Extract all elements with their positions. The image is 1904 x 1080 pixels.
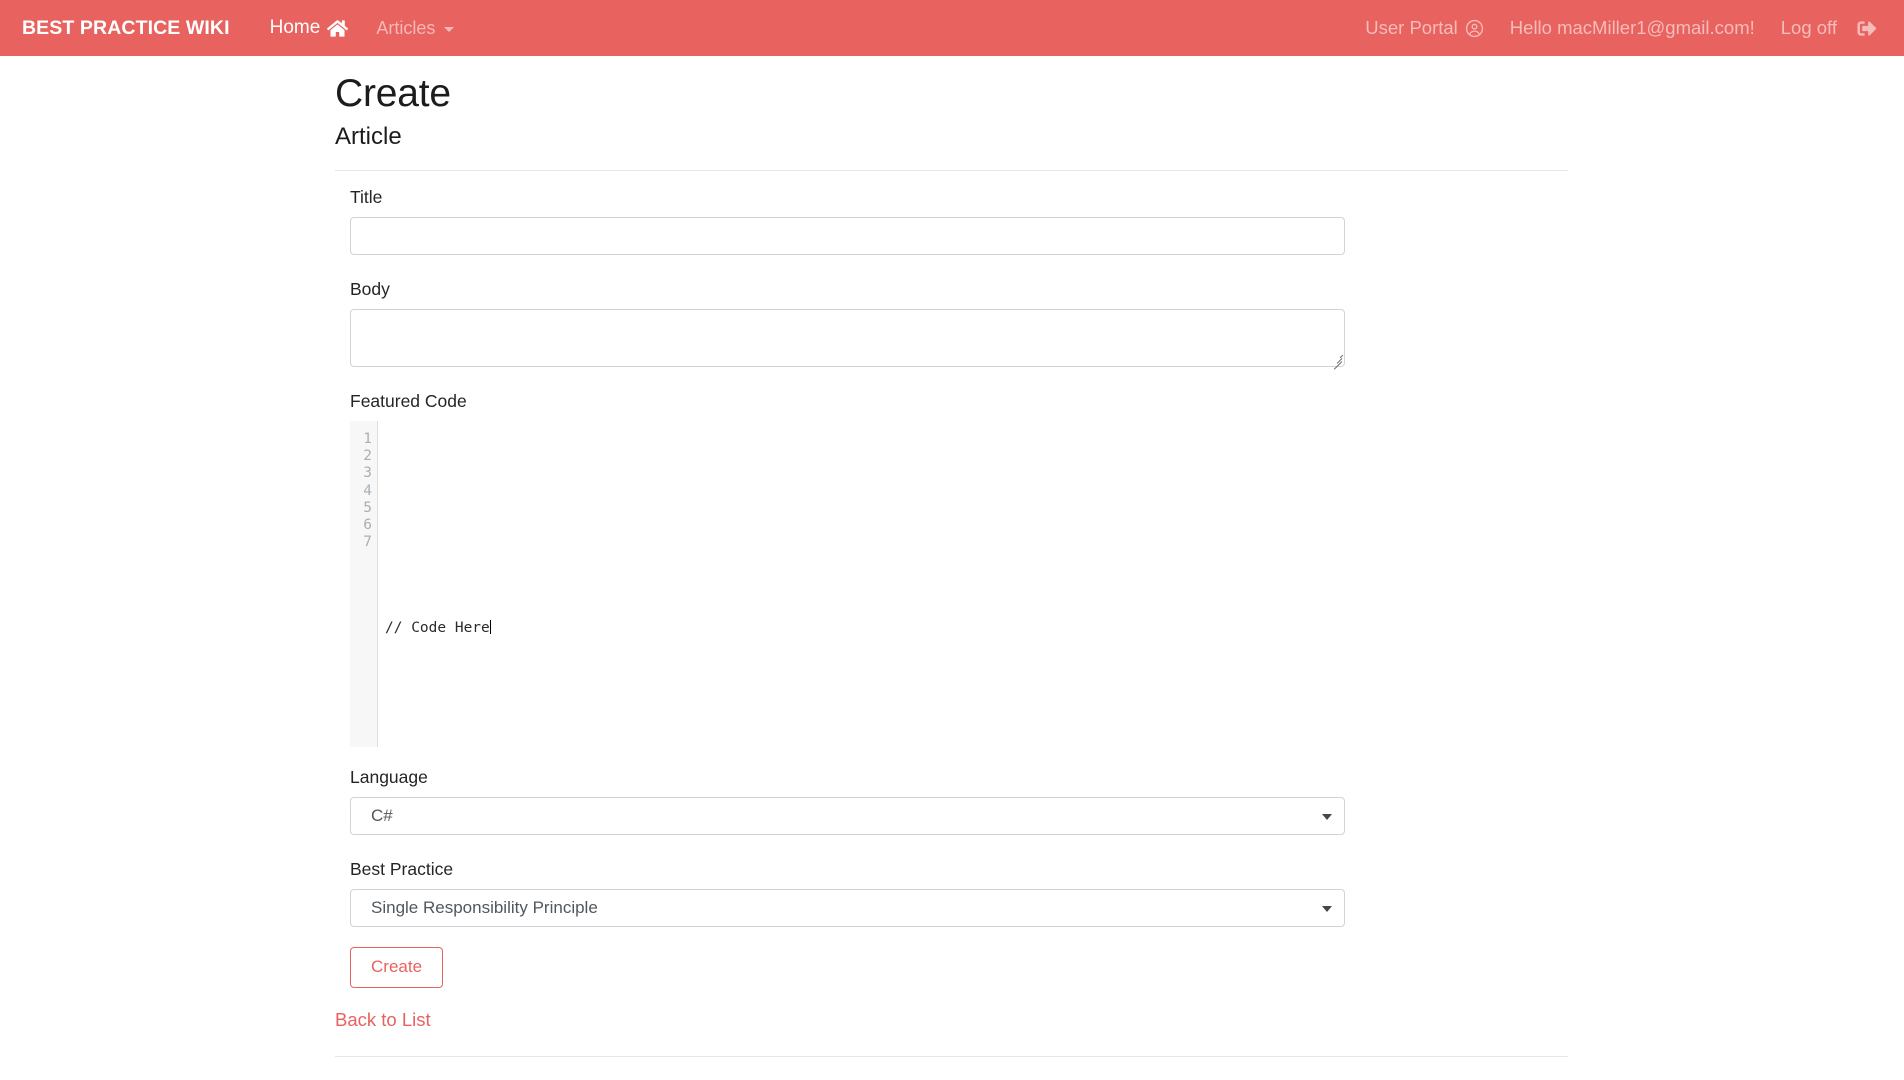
best-practice-select[interactable]: Single Responsibility Principle (350, 888, 1345, 927)
language-select[interactable]: C# (350, 796, 1345, 835)
create-article-form: Title Body Featured Code 1 2 3 4 5 6 7 /… (335, 171, 1904, 989)
title-input[interactable] (350, 216, 1345, 255)
back-link-wrap: Back to List (335, 988, 1904, 1031)
nav-link-articles-label: Articles (376, 17, 436, 38)
footer-divider (335, 1056, 1568, 1058)
create-button[interactable]: Create (350, 946, 444, 989)
chevron-down-icon (444, 26, 455, 32)
body-textarea-holder (350, 308, 1345, 370)
field-group-body: Body (350, 278, 1904, 370)
navbar-right-group: User Portal Hello macMiller1@gmail.com! … (1352, 17, 1882, 39)
best-practice-label: Best Practice (350, 858, 454, 879)
page-title: Create (335, 72, 451, 115)
page-subtitle: Article (335, 122, 402, 150)
field-group-featured-code: Featured Code 1 2 3 4 5 6 7 // Code Here (350, 391, 1904, 747)
field-group-title: Title (350, 187, 1904, 255)
line-number: 2 (363, 448, 372, 465)
line-number: 1 (363, 430, 372, 447)
user-circle-icon (1465, 19, 1484, 38)
code-line-active: // Code Here (385, 620, 1345, 637)
line-number: 6 (363, 516, 372, 533)
nav-link-articles[interactable]: Articles (362, 18, 468, 39)
code-line-text: // Code Here (385, 620, 490, 637)
nav-link-logoff[interactable]: Log off (1768, 17, 1850, 39)
back-to-list-link[interactable]: Back to List (335, 1009, 431, 1031)
line-number: 4 (363, 482, 372, 499)
code-editor-text-area[interactable]: // Code Here (378, 421, 1345, 747)
navbar-left-group: BEST PRACTICE WIKI Home Articles (22, 17, 468, 40)
brand-logo[interactable]: BEST PRACTICE WIKI (22, 17, 230, 40)
home-icon (327, 19, 349, 38)
featured-code-label: Featured Code (350, 390, 467, 411)
line-number: 3 (363, 465, 372, 482)
language-label: Language (350, 766, 428, 787)
code-editor[interactable]: 1 2 3 4 5 6 7 // Code Here (350, 420, 1345, 747)
top-navbar: BEST PRACTICE WIKI Home Articles User Po… (0, 0, 1904, 56)
nav-link-home-label: Home (269, 17, 321, 38)
nav-link-user-portal[interactable]: User Portal (1352, 17, 1497, 39)
best-practice-select-holder: Single Responsibility Principle (350, 888, 1345, 927)
nav-link-home[interactable]: Home (256, 17, 363, 39)
language-select-holder: C# (350, 796, 1345, 835)
field-group-language: Language C# (350, 767, 1904, 835)
field-group-best-practice: Best Practice Single Responsibility Prin… (350, 859, 1904, 927)
line-number: 7 (363, 534, 372, 551)
line-number: 5 (363, 499, 372, 516)
logout-icon-button[interactable] (1850, 19, 1882, 38)
page-content: Create Article Title Body Featured Code … (0, 56, 1904, 1058)
title-label: Title (350, 186, 383, 207)
nav-link-user-portal-label: User Portal (1365, 17, 1458, 38)
code-editor-gutter: 1 2 3 4 5 6 7 (350, 420, 378, 747)
logoff-label: Log off (1780, 17, 1837, 38)
logout-icon (1856, 19, 1878, 38)
text-cursor (489, 620, 491, 635)
greeting-label: Hello macMiller1@gmail.com! (1509, 17, 1755, 38)
body-label: Body (350, 278, 390, 299)
body-textarea[interactable] (350, 308, 1345, 367)
nav-link-greeting[interactable]: Hello macMiller1@gmail.com! (1497, 17, 1768, 39)
